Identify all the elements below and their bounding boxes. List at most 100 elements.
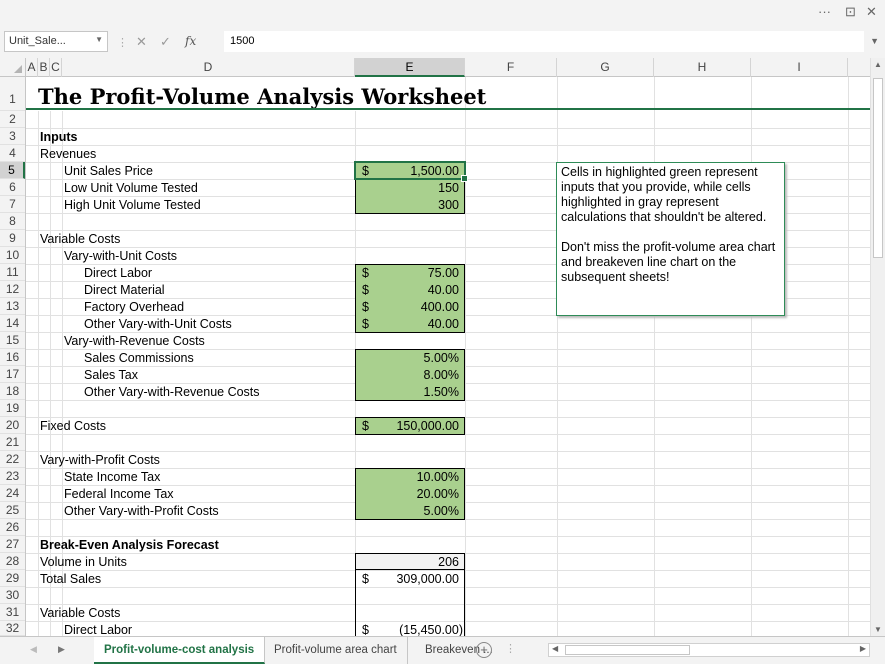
label-revenues: Revenues [40,147,97,161]
row-header[interactable]: 28 [0,553,25,570]
row-header[interactable]: 6 [0,179,25,196]
row-header[interactable]: 25 [0,502,25,519]
row-header[interactable]: 21 [0,434,25,451]
scroll-left-icon[interactable]: ◀ [552,644,558,653]
column-header-a[interactable]: A [26,58,38,77]
column-header-b[interactable]: B [38,58,50,77]
row-header[interactable]: 3 [0,128,25,145]
add-sheet-icon[interactable]: + [476,642,492,658]
column-header-e[interactable]: E [355,58,465,77]
value-other-profit-costs[interactable]: 5.00% [424,504,459,518]
row-header[interactable]: 22 [0,451,25,468]
vertical-scroll-thumb[interactable] [873,78,883,258]
restore-window-icon[interactable]: ⊡ [845,4,856,20]
column-header-i[interactable]: I [751,58,848,77]
row-header[interactable]: 16 [0,349,25,366]
value-fixed-costs[interactable]: 150,000.00 [396,419,459,433]
horizontal-scrollbar[interactable]: ◀ ▶ [548,643,870,657]
tab-profit-volume-cost-analysis[interactable]: Profit-volume-cost analysis [94,637,266,664]
column-header-g[interactable]: G [557,58,654,77]
column-header-f[interactable]: F [465,58,557,77]
row-header[interactable]: 30 [0,587,25,604]
scroll-down-icon[interactable]: ▼ [874,625,882,634]
more-options-icon[interactable]: ··· [818,4,831,19]
value-factory-overhead[interactable]: 400.00 [421,300,459,314]
tab-splitter-icon[interactable]: ⋮ [505,642,516,655]
value-state-income-tax[interactable]: 10.00% [417,470,459,484]
name-box-value: Unit_Sale... [9,35,66,47]
value-sales-tax[interactable]: 8.00% [424,368,459,382]
row-header[interactable]: 8 [0,213,25,230]
value-volume-in-units[interactable]: 206 [438,555,459,569]
value-federal-income-tax[interactable]: 20.00% [417,487,459,501]
insert-function-icon[interactable]: fx [185,34,196,48]
select-all-corner[interactable] [0,58,26,77]
value-direct-labor-2[interactable]: (15,450.00) [399,623,463,636]
label-state-income-tax: State Income Tax [64,470,161,484]
column-header-c[interactable]: C [50,58,62,77]
active-cell-selection[interactable] [354,161,468,182]
scroll-right-icon[interactable]: ▶ [860,644,866,653]
row-header[interactable]: 20 [0,417,25,434]
column-header-d[interactable]: D [62,58,355,77]
row-header[interactable]: 17 [0,366,25,383]
column-header-h[interactable]: H [654,58,751,77]
row-header[interactable]: 10 [0,247,25,264]
row-header[interactable]: 11 [0,264,25,281]
row-header[interactable]: 23 [0,468,25,485]
formula-input[interactable]: 1500 [224,31,864,52]
value-high-unit-volume[interactable]: 300 [438,198,459,212]
note-paragraph-inputs: Cells in highlighted green represent inp… [561,165,767,224]
scroll-up-icon[interactable]: ▲ [874,60,882,69]
value-direct-labor[interactable]: 75.00 [428,266,459,280]
label-direct-labor: Direct Labor [84,266,153,280]
row-header[interactable]: 29 [0,570,25,587]
row-header[interactable]: 12 [0,281,25,298]
row-header[interactable]: 32 [0,621,25,636]
row-header[interactable]: 26 [0,519,25,536]
row-header[interactable]: 14 [0,315,25,332]
value-total-sales[interactable]: 309,000.00 [396,572,459,586]
sheet-tab-bar: ◀ ▶ Profit-volume-cost analysis Profit-v… [0,636,885,664]
value-low-unit-volume[interactable]: 150 [438,181,459,195]
row-header[interactable]: 5 [0,162,25,179]
label-vary-with-unit: Vary-with-Unit Costs [64,249,177,263]
cancel-edit-icon[interactable]: ✕ [136,34,147,50]
row-header[interactable]: 27 [0,536,25,553]
row-header[interactable]: 1 [0,77,25,111]
row-header[interactable]: 18 [0,383,25,400]
value-other-revenue-costs[interactable]: 1.50% [424,385,459,399]
row-header[interactable]: 15 [0,332,25,349]
row-header[interactable]: 24 [0,485,25,502]
row-header[interactable]: 7 [0,196,25,213]
instruction-note[interactable]: Cells in highlighted green represent inp… [556,162,785,316]
tab-profit-volume-area-chart[interactable]: Profit-volume area chart [264,637,408,664]
previous-sheet-icon[interactable]: ◀ [30,644,37,655]
value-direct-material[interactable]: 40.00 [428,283,459,297]
expand-formula-bar-icon[interactable]: ▼ [870,36,879,46]
row-header[interactable]: 4 [0,145,25,162]
row-header[interactable]: 19 [0,400,25,417]
value-sales-commissions[interactable]: 5.00% [424,351,459,365]
chevron-down-icon[interactable]: ▼ [95,35,103,44]
next-sheet-icon[interactable]: ▶ [58,644,65,655]
horizontal-scroll-thumb[interactable] [565,645,690,655]
worksheet-grid[interactable]: The Profit-Volume Analysis Worksheet Inp… [26,77,870,636]
row-header[interactable]: 2 [0,111,25,128]
label-unit-sales-price: Unit Sales Price [64,164,153,178]
close-window-icon[interactable]: ✕ [866,4,877,20]
row-header[interactable]: 13 [0,298,25,315]
value-other-unit-costs[interactable]: 40.00 [428,317,459,331]
gridline [26,145,870,146]
currency-symbol: $ [362,623,369,636]
worksheet-title[interactable]: The Profit-Volume Analysis Worksheet [38,84,486,109]
label-other-revenue-costs: Other Vary-with-Revenue Costs [84,385,260,399]
row-header[interactable]: 31 [0,604,25,621]
row-header[interactable]: 9 [0,230,25,247]
confirm-edit-icon[interactable]: ✓ [160,34,171,50]
label-sales-tax: Sales Tax [84,368,138,382]
label-variable-costs-2: Variable Costs [40,606,121,620]
label-low-unit-volume: Low Unit Volume Tested [64,181,198,195]
name-box[interactable]: Unit_Sale... ▼ [4,31,108,52]
vertical-scrollbar[interactable]: ▲ ▼ [870,58,885,636]
